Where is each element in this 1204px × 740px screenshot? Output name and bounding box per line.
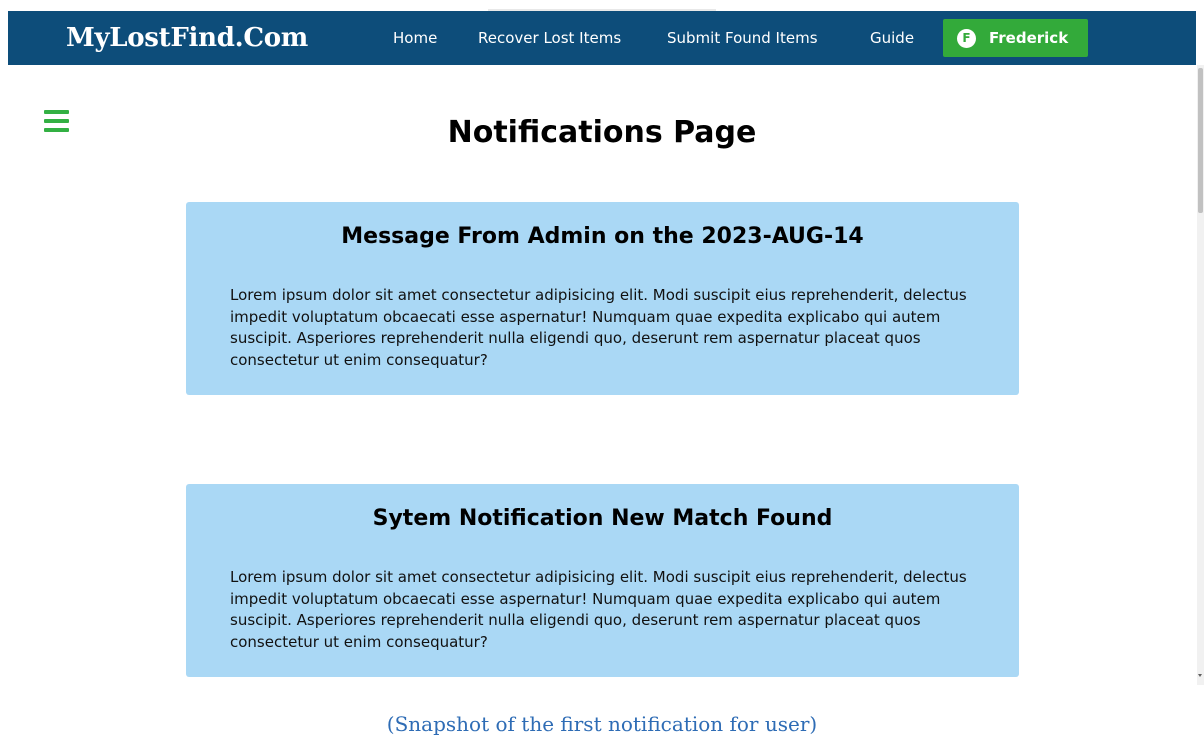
- nav-link-guide[interactable]: Guide: [870, 28, 914, 48]
- nav-link-home[interactable]: Home: [393, 28, 437, 48]
- figure-caption: (Snapshot of the first notification for …: [386, 712, 818, 736]
- notification-body: Lorem ipsum dolor sit amet consectetur a…: [230, 568, 967, 651]
- notification-card: Sytem Notification New Match Found Lorem…: [186, 484, 1019, 677]
- page: MyLostFind.Com Home Recover Lost Items S…: [0, 0, 1204, 740]
- user-name: Frederick: [989, 29, 1069, 47]
- user-avatar-icon: F: [957, 29, 976, 48]
- user-profile-button[interactable]: F Frederick: [943, 19, 1088, 57]
- nav-link-recover-lost-items[interactable]: Recover Lost Items: [478, 28, 621, 48]
- scroll-down-arrow-icon[interactable]: [1198, 674, 1202, 677]
- navbar: MyLostFind.Com Home Recover Lost Items S…: [8, 11, 1196, 65]
- page-title: Notifications Page: [447, 115, 757, 150]
- brand-logo[interactable]: MyLostFind.Com: [66, 22, 308, 54]
- notification-title: Message From Admin on the 2023-AUG-14: [341, 224, 864, 249]
- notification-body: Lorem ipsum dolor sit amet consectetur a…: [230, 286, 967, 369]
- notification-title: Sytem Notification New Match Found: [372, 506, 833, 531]
- scrollbar-thumb[interactable]: [1198, 68, 1203, 213]
- nav-link-submit-found-items[interactable]: Submit Found Items: [667, 28, 818, 48]
- notification-card: Message From Admin on the 2023-AUG-14 Lo…: [186, 202, 1019, 395]
